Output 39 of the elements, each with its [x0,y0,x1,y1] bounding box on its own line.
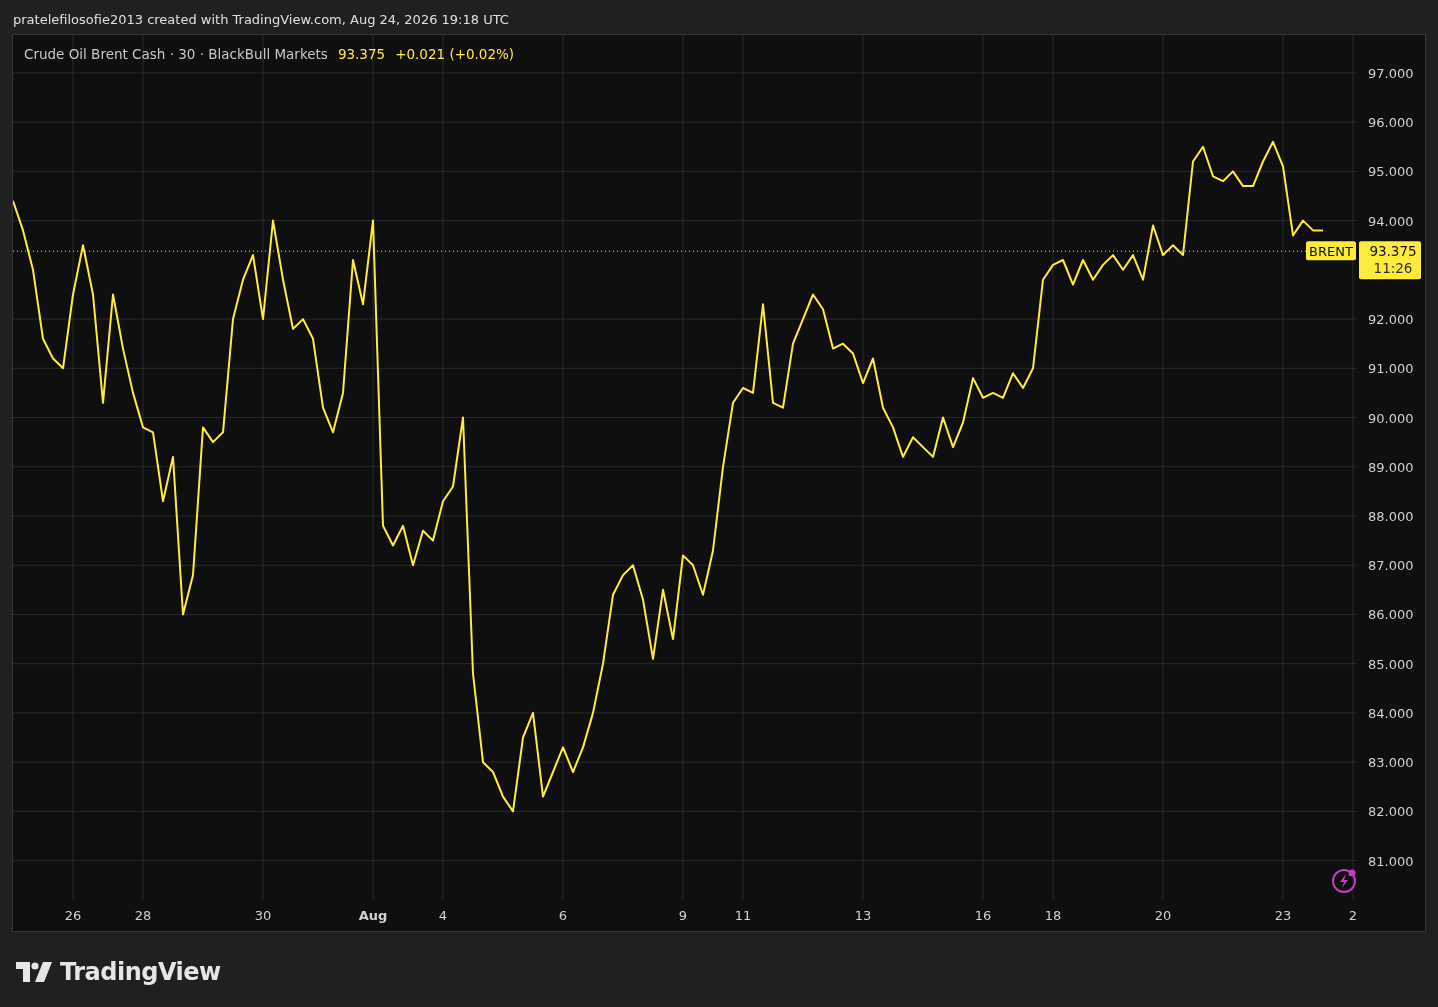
chart-caption: pratelefilosofie2013 created with TradingView.com, Aug 24, 2026 19:18 UTC [12,11,510,29]
price-axis-label: 85.000 [1368,656,1414,672]
time-axis-label: 20 [1154,908,1172,923]
time-axis-label: 6 [558,908,568,923]
price-axis-label: 83.000 [1368,755,1414,771]
time-axis-label: 16 [974,908,992,923]
time-axis-label: 26 [64,908,82,923]
legend-symbol: Crude Oil Brent Cash · 30 · BlackBull Markets [24,46,328,62]
brand-name: TradingView [60,957,221,988]
time-axis-label: 13 [854,908,872,923]
current-price-tag: 93.375 11:26 [1359,241,1421,280]
logo-icon [16,962,52,982]
price-axis-label: 91.000 [1368,361,1414,377]
symbol-tag: BRENT [1306,241,1356,261]
price-axis-label: 94.000 [1368,213,1414,229]
time-axis-label: 23 [1274,908,1292,923]
time-axis-label: 28 [134,908,152,923]
price-axis-label: 95.000 [1368,164,1414,180]
lightning-icon [1332,869,1356,893]
time-axis-label: 9 [678,908,688,923]
price-axis-label: 84.000 [1368,705,1414,721]
price-axis-label: 89.000 [1368,459,1414,475]
time-axis-label: Aug [358,908,388,923]
time-axis-label: 4 [438,908,448,923]
time-axis-label: 11 [734,908,752,923]
price-axis-label: 92.000 [1368,312,1414,328]
price-axis-label: 86.000 [1368,607,1414,623]
legend-price: 93.375 [337,46,386,62]
time-axis-label: 30 [254,908,272,923]
price-axis-label: 97.000 [1368,65,1414,81]
time-axis-label: 18 [1044,908,1062,923]
price-axis-label: 82.000 [1368,804,1414,820]
price-axis-label: 96.000 [1368,115,1414,131]
time-axis-label: 2 [1348,908,1358,923]
price-axis-label: 88.000 [1368,509,1414,524]
price-axis-label: 81.000 [1368,853,1414,869]
price-axis-label: 90.000 [1368,410,1414,426]
price-axis-label: 87.000 [1368,558,1414,574]
legend-change: +0.021 (+0.02%) [395,46,515,62]
